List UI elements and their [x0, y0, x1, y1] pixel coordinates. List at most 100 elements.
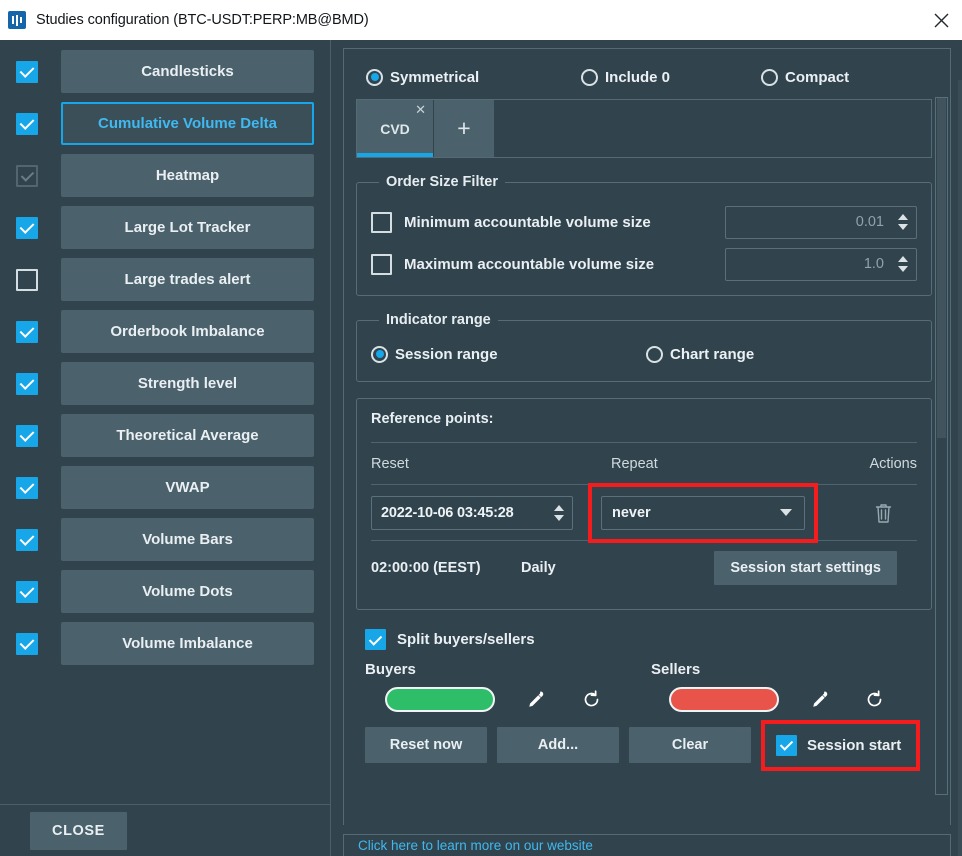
study-button[interactable]: Volume Imbalance	[61, 622, 314, 665]
sellers-color-swatch[interactable]	[669, 687, 779, 712]
title-bar: Studies configuration (BTC-USDT:PERP:MB@…	[0, 0, 962, 40]
radio-chart-range-indicator	[646, 346, 663, 363]
list-item: Large trades alert	[16, 258, 314, 301]
study-checkbox[interactable]	[16, 269, 38, 291]
chevron-down-icon	[898, 266, 908, 272]
list-item: Theoretical Average	[16, 414, 314, 457]
column-header-actions: Actions	[851, 456, 917, 472]
eyedropper-icon[interactable]	[518, 685, 552, 713]
session-start-checkbox[interactable]	[776, 735, 797, 756]
study-button[interactable]: Large Lot Tracker	[61, 206, 314, 249]
indicator-range-legend: Indicator range	[379, 312, 498, 328]
window-body: Candlesticks Cumulative Volume Delta Heatm…	[0, 40, 962, 856]
chevron-down-icon	[898, 224, 908, 230]
study-checkbox[interactable]	[16, 477, 38, 499]
add-tab-button[interactable]: +	[434, 100, 494, 157]
chevron-down-icon	[554, 515, 564, 521]
window-scrollbar[interactable]	[958, 80, 962, 856]
list-item: Large Lot Tracker	[16, 206, 314, 249]
radio-symmetrical[interactable]: Symmetrical	[366, 69, 581, 86]
minimum-volume-arrows[interactable]	[894, 214, 916, 230]
session-start-settings-button[interactable]: Session start settings	[714, 551, 897, 585]
settings-scrollbar[interactable]	[935, 97, 948, 795]
study-button[interactable]: Candlesticks	[61, 50, 314, 93]
list-item: Orderbook Imbalance	[16, 310, 314, 353]
study-button[interactable]: Orderbook Imbalance	[61, 310, 314, 353]
study-checkbox[interactable]	[16, 425, 38, 447]
study-checkbox[interactable]	[16, 373, 38, 395]
repeat-dropdown-value: never	[602, 505, 780, 521]
session-start-label: Session start	[807, 737, 901, 754]
study-checkbox[interactable]	[16, 581, 38, 603]
close-button[interactable]: CLOSE	[30, 812, 127, 850]
study-checkbox[interactable]	[16, 633, 38, 655]
list-item: Heatmap	[16, 154, 314, 197]
reset-datetime-arrows[interactable]	[550, 505, 572, 521]
study-button[interactable]: Large trades alert	[61, 258, 314, 301]
session-frequency: Daily	[521, 560, 714, 576]
study-button[interactable]: VWAP	[61, 466, 314, 509]
radio-chart-range[interactable]: Chart range	[646, 346, 826, 363]
settings-scrollbar-thumb[interactable]	[937, 98, 946, 438]
study-button[interactable]: Heatmap	[61, 154, 314, 197]
maximum-volume-checkbox[interactable]	[371, 254, 392, 275]
radio-include-0[interactable]: Include 0	[581, 69, 761, 86]
reset-datetime-stepper[interactable]: 2022-10-06 03:45:28	[371, 496, 573, 530]
chevron-up-icon	[898, 256, 908, 262]
trash-icon[interactable]	[869, 498, 897, 528]
column-header-repeat: Repeat	[611, 456, 851, 472]
list-item: Cumulative Volume Delta	[16, 102, 314, 145]
study-button[interactable]: Cumulative Volume Delta	[61, 102, 314, 145]
study-checkbox[interactable]	[16, 217, 38, 239]
study-checkbox[interactable]	[16, 61, 38, 83]
indicator-tabs: CVD ✕ +	[356, 99, 932, 158]
study-button[interactable]: Volume Bars	[61, 518, 314, 561]
reset-now-button[interactable]: Reset now	[365, 727, 487, 763]
radio-compact-label: Compact	[785, 69, 849, 86]
clear-button[interactable]: Clear	[629, 727, 751, 763]
list-item: Volume Bars	[16, 518, 314, 561]
split-buyers-sellers-checkbox[interactable]	[365, 629, 386, 650]
study-button[interactable]: Volume Dots	[61, 570, 314, 613]
buyers-color-swatch[interactable]	[385, 687, 495, 712]
radio-session-range[interactable]: Session range	[371, 346, 646, 363]
indicator-range-group: Indicator range Session range Chart rang…	[356, 312, 932, 382]
radio-session-range-indicator	[371, 346, 388, 363]
study-button[interactable]: Strength level	[61, 362, 314, 405]
study-checkbox[interactable]	[16, 529, 38, 551]
tab-cvd[interactable]: CVD ✕	[357, 100, 434, 157]
reset-icon[interactable]	[858, 685, 892, 713]
minimum-volume-stepper[interactable]: 0.01	[725, 206, 917, 239]
radio-session-range-label: Session range	[395, 346, 498, 363]
list-item: Candlesticks	[16, 50, 314, 93]
reset-icon[interactable]	[574, 685, 608, 713]
close-icon[interactable]: ✕	[415, 103, 426, 116]
radio-chart-range-label: Chart range	[670, 346, 754, 363]
repeat-dropdown[interactable]: never	[601, 496, 805, 530]
reference-points-header: Reset Repeat Actions	[371, 443, 917, 485]
minimum-volume-row: Minimum accountable volume size 0.01	[371, 203, 917, 241]
study-checkbox[interactable]	[16, 321, 38, 343]
footer-link-band: Click here to learn more on our website	[343, 834, 951, 856]
study-checkbox	[16, 165, 38, 187]
bars-icon	[8, 11, 26, 29]
reset-datetime-value: 2022-10-06 03:45:28	[372, 505, 550, 521]
tab-cvd-label: CVD	[380, 121, 410, 137]
sellers-controls	[649, 685, 933, 713]
chevron-up-icon	[898, 214, 908, 220]
add-button[interactable]: Add...	[497, 727, 619, 763]
learn-more-link[interactable]: Click here to learn more on our website	[358, 838, 593, 853]
maximum-volume-arrows[interactable]	[894, 256, 916, 272]
study-checkbox[interactable]	[16, 113, 38, 135]
chevron-up-icon	[554, 505, 564, 511]
maximum-volume-stepper[interactable]: 1.0	[725, 248, 917, 281]
eyedropper-icon[interactable]	[802, 685, 836, 713]
radio-compact[interactable]: Compact	[761, 69, 849, 86]
close-icon[interactable]	[928, 7, 954, 33]
radio-symmetrical-indicator	[366, 69, 383, 86]
study-button[interactable]: Theoretical Average	[61, 414, 314, 457]
studies-sidebar: Candlesticks Cumulative Volume Delta Heatm…	[0, 40, 331, 856]
radio-include-0-label: Include 0	[605, 69, 670, 86]
chevron-down-icon	[780, 509, 792, 516]
minimum-volume-checkbox[interactable]	[371, 212, 392, 233]
